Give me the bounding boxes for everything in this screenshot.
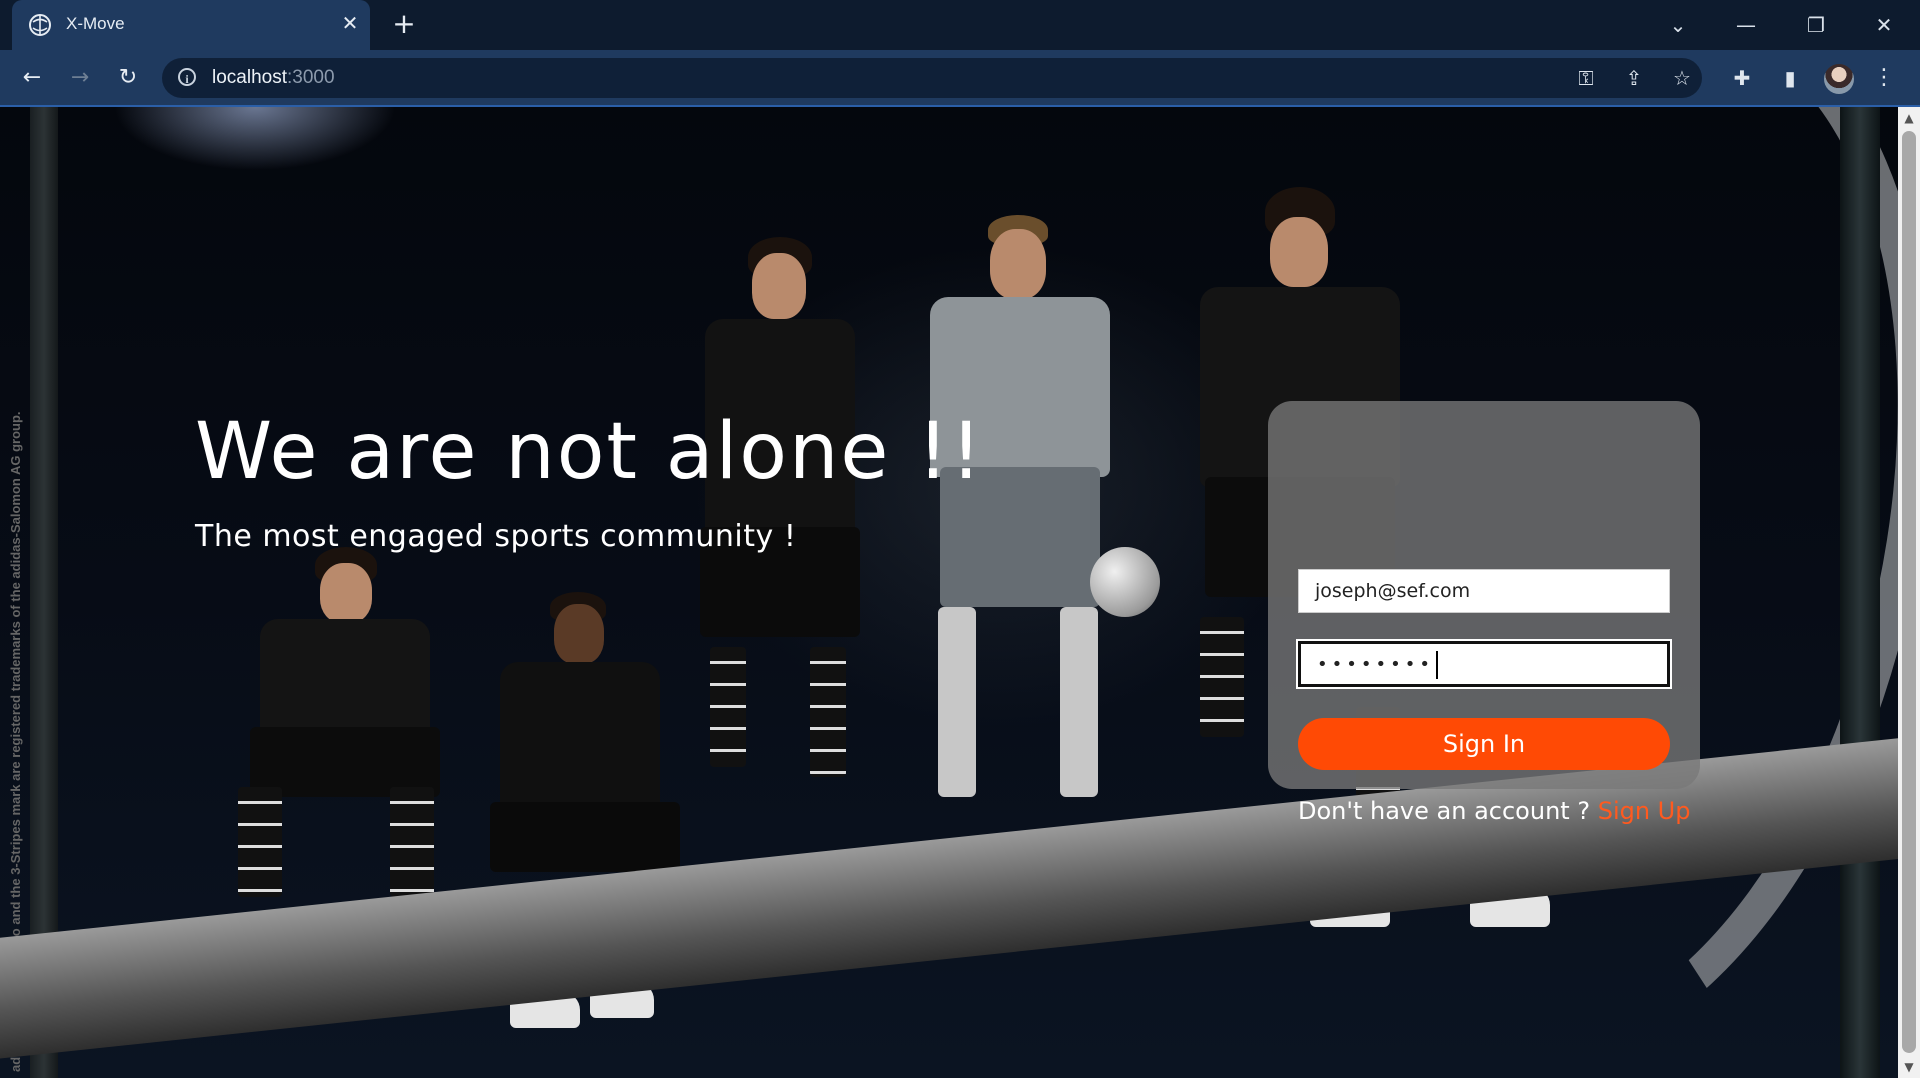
email-field[interactable]: joseph@sef.com [1298, 569, 1670, 613]
scrollbar-thumb[interactable] [1902, 131, 1916, 1053]
new-tab-button[interactable]: + [390, 10, 418, 39]
hero-title: We are not alone !! [195, 407, 984, 497]
login-card: joseph@sef.com •••••••• Sign In Don't ha… [1268, 401, 1700, 825]
reload-button[interactable]: ↻ [112, 62, 144, 94]
tab-x-move[interactable]: X-Move ✕ [12, 0, 370, 50]
right-pillar-graphic [1840, 107, 1880, 1078]
player-standing-1 [690, 227, 870, 927]
tab-close-icon[interactable]: ✕ [338, 11, 362, 35]
signup-prompt: Don't have an account ? Sign Up [1298, 797, 1690, 825]
minimize-button[interactable]: — [1724, 10, 1768, 40]
bookmark-star-icon[interactable]: ☆ [1670, 66, 1694, 90]
address-bar[interactable]: i localhost:3000 ⚿ ⇪ ☆ [162, 58, 1702, 98]
tab-title: X-Move [66, 14, 125, 33]
browser-window: X-Move ✕ + ⌄ — ❐ ✕ ← → ↻ i localhost:300… [0, 0, 1920, 1078]
url-port: :3000 [287, 67, 335, 88]
back-button[interactable]: ← [16, 62, 48, 94]
share-icon[interactable]: ⇪ [1622, 66, 1646, 90]
sign-in-button[interactable]: Sign In [1298, 718, 1670, 770]
restore-button[interactable]: ❐ [1794, 10, 1838, 40]
url-host: localhost [212, 67, 287, 88]
player-sitting-left [220, 527, 450, 947]
profile-avatar[interactable] [1824, 64, 1854, 94]
browser-toolbar: ← → ↻ i localhost:3000 ⚿ ⇪ ☆ ✚ ▮ ⋮ [0, 50, 1920, 106]
tab-search-icon[interactable]: ⌄ [1656, 10, 1700, 40]
password-field[interactable]: •••••••• [1298, 641, 1670, 687]
sign-up-link[interactable]: Sign Up [1598, 797, 1691, 825]
no-account-text: Don't have an account ? [1298, 797, 1591, 825]
app-logo-icon [29, 14, 51, 36]
url-text[interactable]: localhost:3000 [212, 67, 335, 89]
text-caret [1435, 651, 1438, 679]
scroll-up-icon[interactable]: ▲ [1898, 107, 1920, 129]
player-standing-center [890, 207, 1160, 927]
password-key-icon[interactable]: ⚿ [1574, 66, 1598, 90]
page-scrollbar[interactable]: ▲ ▼ [1898, 107, 1920, 1078]
side-panel-icon[interactable]: ▮ [1776, 64, 1804, 92]
extensions-icon[interactable]: ✚ [1728, 64, 1756, 92]
page-viewport: adidas, the adidas logo and the 3-Stripe… [0, 107, 1898, 1078]
browser-menu-icon[interactable]: ⋮ [1872, 64, 1896, 92]
tab-strip: X-Move ✕ + ⌄ — ❐ ✕ [0, 0, 1920, 50]
forward-button[interactable]: → [64, 62, 96, 94]
site-info-icon[interactable]: i [178, 68, 196, 86]
hero-subtitle: The most engaged sports community ! [195, 519, 797, 554]
password-mask: •••••••• [1317, 654, 1434, 675]
close-window-button[interactable]: ✕ [1862, 10, 1906, 40]
scroll-down-icon[interactable]: ▼ [1898, 1056, 1920, 1078]
